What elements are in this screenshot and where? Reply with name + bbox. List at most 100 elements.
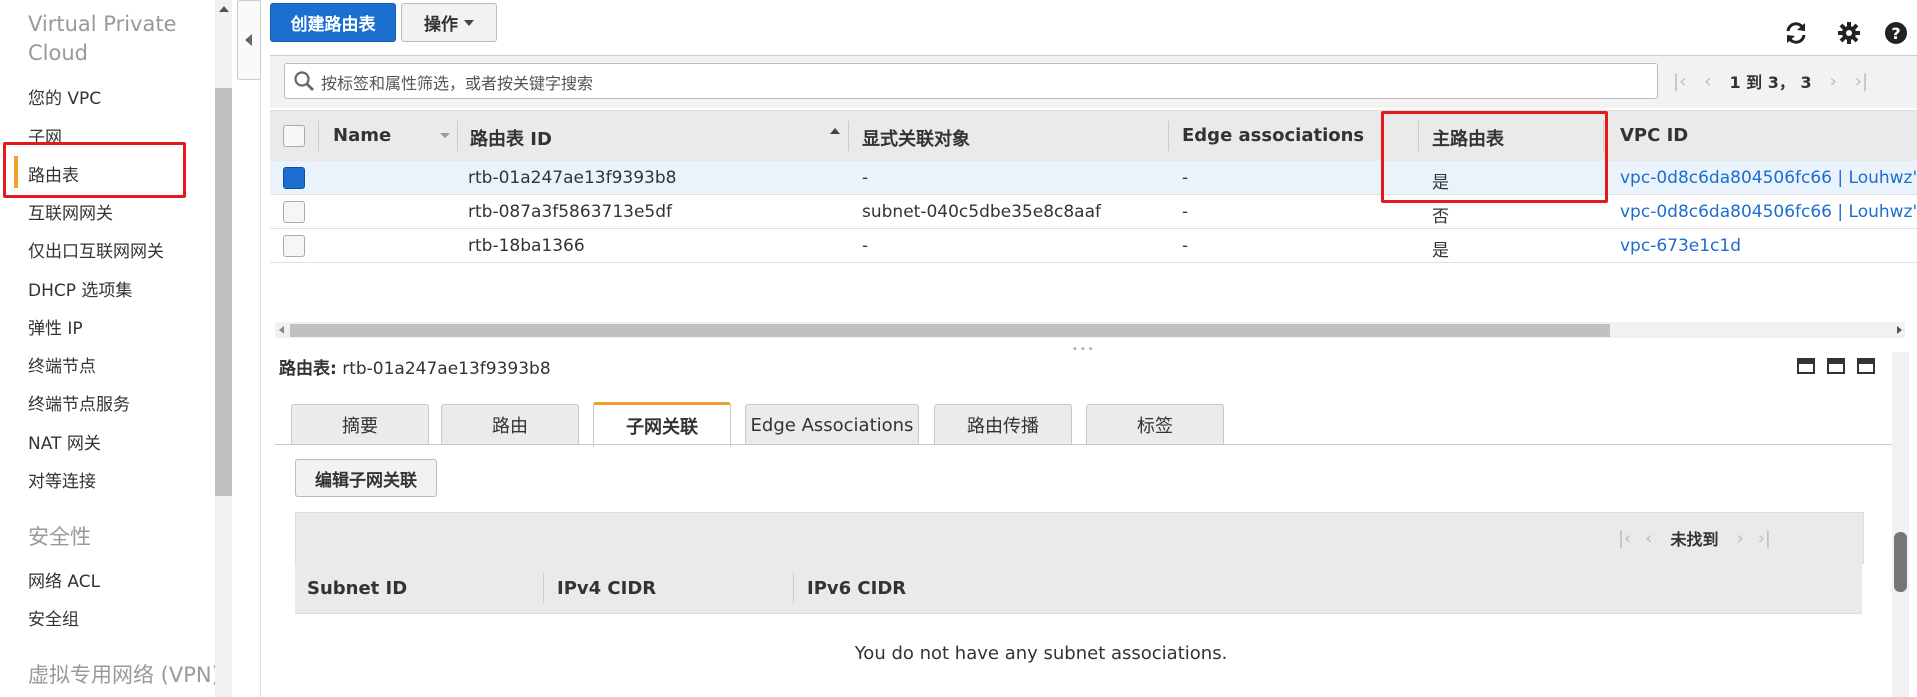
sidebar-scrollbar-thumb[interactable] bbox=[215, 88, 232, 496]
tab-subnet-associations[interactable]: 子网关联 bbox=[593, 402, 731, 447]
tabs-divider bbox=[275, 444, 1892, 445]
column-header-ipv4-cidr[interactable]: IPv4 CIDR bbox=[557, 578, 656, 599]
column-header-vpc-id[interactable]: VPC ID bbox=[1620, 125, 1688, 146]
column-menu-icon[interactable] bbox=[440, 133, 450, 138]
tab-route-propagation[interactable]: 路由传播 bbox=[934, 404, 1072, 445]
subnet-pager-bar: |‹ ‹ 未找到 › ›| bbox=[295, 512, 1864, 564]
next-page-icon[interactable]: › bbox=[1830, 71, 1837, 92]
cell-route-table-id: rtb-01a247ae13f9393b8 bbox=[468, 168, 677, 188]
sidebar-item-peering[interactable]: 对等连接 bbox=[28, 467, 96, 492]
subnet-table-header: Subnet ID IPv4 CIDR IPv6 CIDR bbox=[295, 563, 1862, 614]
prev-page-icon[interactable]: ‹ bbox=[1645, 528, 1652, 549]
tab-tags[interactable]: 标签 bbox=[1086, 404, 1224, 445]
help-icon[interactable]: ? bbox=[1883, 20, 1909, 46]
create-route-table-button[interactable]: 创建路由表 bbox=[270, 3, 396, 42]
actions-label: 操作 bbox=[424, 15, 458, 35]
scroll-right-icon[interactable] bbox=[1897, 326, 1902, 334]
highlight-box-route-tables bbox=[3, 142, 186, 198]
cell-explicit-association: - bbox=[862, 236, 869, 256]
column-header-ipv6-cidr[interactable]: IPv6 CIDR bbox=[807, 578, 906, 599]
last-page-icon[interactable]: ›| bbox=[1855, 71, 1868, 92]
column-header-subnet-id[interactable]: Subnet ID bbox=[307, 578, 407, 599]
layout-split-icon[interactable] bbox=[1827, 358, 1845, 374]
cell-main: 否 bbox=[1432, 207, 1449, 227]
scroll-left-icon[interactable] bbox=[279, 326, 284, 334]
row-checkbox[interactable] bbox=[283, 167, 305, 189]
next-page-icon[interactable]: › bbox=[1736, 528, 1743, 549]
tab-edge-associations[interactable]: Edge Associations bbox=[745, 404, 919, 445]
collapse-sidebar-button[interactable] bbox=[237, 0, 261, 80]
cell-edge-associations: - bbox=[1182, 236, 1189, 256]
chevron-down-icon bbox=[464, 19, 474, 26]
layout-bottom-icon[interactable] bbox=[1797, 358, 1815, 374]
cell-vpc-id-link[interactable]: vpc-0d8c6da804506fc66 | Louhwz's V bbox=[1620, 168, 1917, 188]
detail-scrollbar-thumb[interactable] bbox=[1894, 532, 1907, 592]
resize-handle[interactable]: ••• bbox=[1072, 344, 1096, 355]
pager: |‹ ‹ 1 到 3， 3 › ›| bbox=[1673, 70, 1868, 93]
prev-page-icon[interactable]: ‹ bbox=[1704, 71, 1711, 92]
sidebar-item-elastic-ip[interactable]: 弹性 IP bbox=[28, 314, 83, 339]
sidebar-item-endpoints[interactable]: 终端节点 bbox=[28, 352, 96, 377]
sidebar-item-nat-gateways[interactable]: NAT 网关 bbox=[28, 429, 101, 454]
column-divider bbox=[543, 573, 544, 603]
subnet-pager: |‹ ‹ 未找到 › ›| bbox=[1618, 527, 1771, 550]
sidebar-item-endpoint-services[interactable]: 终端节点服务 bbox=[28, 390, 130, 415]
subnet-pager-text: 未找到 bbox=[1670, 530, 1719, 549]
column-header-explicit-association[interactable]: 显式关联对象 bbox=[862, 125, 970, 151]
column-divider bbox=[793, 573, 794, 603]
row-checkbox[interactable] bbox=[283, 201, 305, 223]
table-row[interactable]: rtb-01a247ae13f9393b8 - - 是 vpc-0d8c6da8… bbox=[270, 161, 1917, 195]
cell-vpc-id-link[interactable]: vpc-0d8c6da804506fc66 | Louhwz's V bbox=[1620, 202, 1917, 222]
column-divider bbox=[457, 121, 458, 151]
refresh-icon[interactable] bbox=[1783, 20, 1809, 46]
column-divider bbox=[848, 121, 849, 151]
cell-edge-associations: - bbox=[1182, 202, 1189, 222]
edit-subnet-associations-button[interactable]: 编辑子网关联 bbox=[295, 459, 437, 497]
cell-edge-associations: - bbox=[1182, 168, 1189, 188]
search-icon bbox=[294, 71, 314, 91]
highlight-box-main-column bbox=[1381, 111, 1608, 203]
sidebar-item-vpc[interactable]: 您的 VPC bbox=[28, 84, 101, 109]
svg-text:?: ? bbox=[1891, 24, 1900, 43]
sidebar-section-security: 安全性 bbox=[28, 525, 91, 549]
tab-summary[interactable]: 摘要 bbox=[291, 404, 429, 445]
sidebar-item-network-acl[interactable]: 网络 ACL bbox=[28, 567, 100, 592]
column-header-route-table-id[interactable]: 路由表 ID bbox=[470, 125, 552, 151]
cell-main: 是 bbox=[1432, 241, 1449, 261]
scroll-up-icon[interactable] bbox=[219, 6, 229, 12]
chevron-left-icon bbox=[245, 34, 252, 46]
layout-full-icon[interactable] bbox=[1857, 358, 1875, 374]
column-divider bbox=[318, 121, 319, 151]
select-all-checkbox[interactable] bbox=[283, 125, 305, 147]
detail-scrollbar[interactable] bbox=[1892, 352, 1909, 697]
sidebar-item-egress-only-gateways[interactable]: 仅出口互联网网关 bbox=[28, 237, 164, 262]
sidebar: Virtual Private Cloud 您的 VPC 子网 路由表 互联网网… bbox=[0, 0, 220, 697]
table-horizontal-scrollbar-thumb[interactable] bbox=[290, 324, 1610, 337]
sidebar-item-dhcp-options[interactable]: DHCP 选项集 bbox=[28, 276, 132, 301]
first-page-icon[interactable]: |‹ bbox=[1618, 528, 1631, 549]
column-header-name[interactable]: Name bbox=[333, 125, 391, 146]
table-row[interactable]: rtb-087a3f5863713e5df subnet-040c5dbe35e… bbox=[270, 195, 1917, 229]
sidebar-title: Virtual Private Cloud bbox=[28, 12, 177, 65]
sidebar-item-internet-gateways[interactable]: 互联网网关 bbox=[28, 199, 113, 224]
cell-vpc-id-link[interactable]: vpc-673e1c1d bbox=[1620, 236, 1741, 256]
table-row[interactable]: rtb-18ba1366 - - 是 vpc-673e1c1d bbox=[270, 229, 1917, 263]
column-divider bbox=[1168, 121, 1169, 151]
detail-value: rtb-01a247ae13f9393b8 bbox=[342, 359, 551, 379]
last-page-icon[interactable]: ›| bbox=[1758, 528, 1771, 549]
cell-explicit-association: - bbox=[862, 168, 869, 188]
detail-label: 路由表: bbox=[279, 359, 337, 379]
sidebar-item-security-groups[interactable]: 安全组 bbox=[28, 605, 79, 630]
cell-explicit-association: subnet-040c5dbe35e8c8aaf bbox=[862, 202, 1101, 222]
gear-icon[interactable] bbox=[1836, 20, 1862, 46]
search-placeholder: 按标签和属性筛选，或者按关键字搜索 bbox=[321, 74, 594, 93]
tab-routes[interactable]: 路由 bbox=[441, 404, 579, 445]
column-header-edge-associations[interactable]: Edge associations bbox=[1182, 125, 1364, 146]
first-page-icon[interactable]: |‹ bbox=[1673, 71, 1686, 92]
search-input[interactable]: 按标签和属性筛选，或者按关键字搜索 bbox=[284, 63, 1658, 99]
actions-button[interactable]: 操作 bbox=[401, 3, 497, 42]
pager-text: 1 到 3， 3 bbox=[1729, 73, 1812, 92]
detail-title: 路由表: rtb-01a247ae13f9393b8 bbox=[279, 354, 551, 379]
row-checkbox[interactable] bbox=[283, 235, 305, 257]
sort-asc-icon[interactable] bbox=[830, 128, 840, 134]
